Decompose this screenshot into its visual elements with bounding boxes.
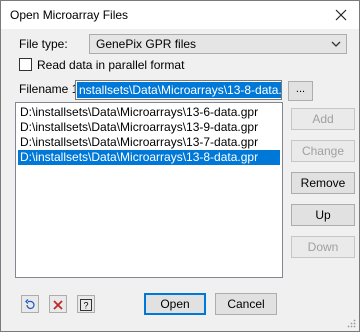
remove-button[interactable]: Remove [291,172,355,194]
resize-grip-icon[interactable] [346,318,356,328]
window-title: Open Microarray Files [10,8,129,22]
cancel-button[interactable]: Cancel [215,293,277,315]
svg-text:?: ? [83,300,88,310]
browse-button[interactable]: ... [288,81,313,101]
list-item[interactable]: D:\installsets\Data\Microarrays\13-7-dat… [18,135,280,150]
open-button[interactable]: Open [144,293,206,315]
file-type-select[interactable]: GenePix GPR files [89,34,347,54]
filename-label: Filename 1: [19,82,82,96]
help-button[interactable]: ? [77,295,95,313]
file-list[interactable]: D:\installsets\Data\Microarrays\13-6-dat… [15,102,283,278]
dialog-window: Open Microarray Files File type: GenePix… [0,0,360,332]
list-item[interactable]: D:\installsets\Data\Microarrays\13-9-dat… [18,120,280,135]
clear-button[interactable] [49,295,67,313]
parallel-format-checkbox[interactable] [19,58,32,71]
list-item[interactable]: D:\installsets\Data\Microarrays\13-6-dat… [18,105,280,120]
title-bar: Open Microarray Files [1,1,359,29]
restore-button[interactable] [21,295,39,313]
chevron-down-icon [331,41,341,47]
filename-value: nstallsets\Data\Microarrays\13-8-data.gp… [77,82,281,98]
parallel-format-label: Read data in parallel format [37,58,185,72]
file-type-label: File type: [19,37,68,51]
change-button[interactable]: Change [291,140,355,162]
close-icon [335,9,347,21]
list-item-selected[interactable]: D:\installsets\Data\Microarrays\13-8-dat… [18,150,280,165]
file-type-value: GenePix GPR files [96,37,197,51]
close-button[interactable] [323,1,359,29]
add-button[interactable]: Add [291,108,355,130]
filename-input[interactable]: nstallsets\Data\Microarrays\13-8-data.gp… [75,80,282,100]
down-button[interactable]: Down [291,236,355,258]
undo-icon [25,298,35,309]
up-button[interactable]: Up [291,204,355,226]
x-icon [53,300,63,310]
help-icon: ? [80,298,92,311]
